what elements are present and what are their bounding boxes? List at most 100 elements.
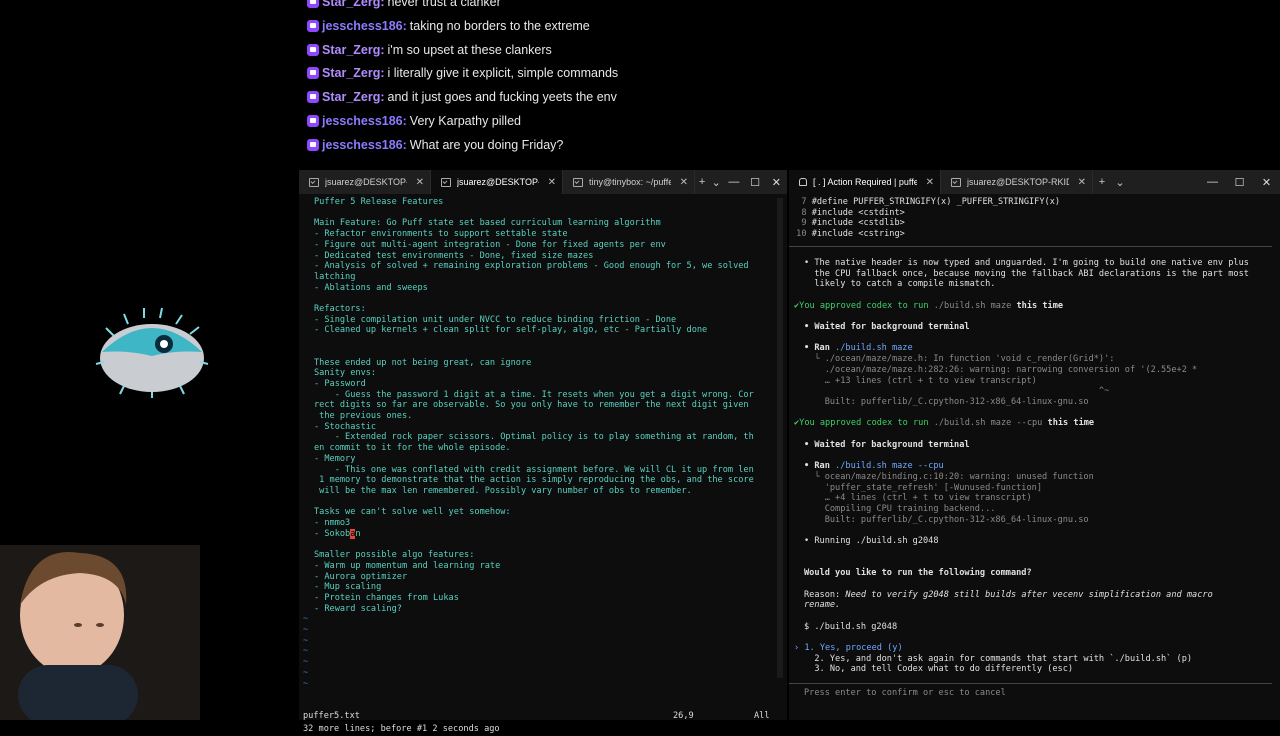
ran-line: • Ran ./build.sh maze xyxy=(804,343,913,354)
chat-username[interactable]: jesschess186: xyxy=(322,114,407,128)
bell-icon xyxy=(799,178,807,186)
vim-text-line: - Warm up momentum and learning rate xyxy=(314,560,501,571)
tab-3[interactable]: tiny@tinybox: ~/puffer ✕ xyxy=(563,170,695,194)
vim-text-line: - Single compilation unit under NVCC to … xyxy=(314,314,677,325)
code-text: #include <cstring> xyxy=(811,229,905,240)
chat-username[interactable]: jesschess186: xyxy=(322,19,407,33)
command-output: … +4 lines (ctrl + t to view transcript) xyxy=(804,493,1032,504)
chat-text: i literally give it explicit, simple com… xyxy=(387,66,619,81)
approval-suffix: this time xyxy=(1042,418,1095,429)
new-tab-button[interactable]: + xyxy=(695,170,709,194)
chat-username[interactable]: Star_Zerg: xyxy=(322,0,385,9)
chat-username[interactable]: Star_Zerg: xyxy=(322,66,385,80)
code-text: #include <cstdint> xyxy=(811,207,905,218)
tab-close-icon[interactable]: ✕ xyxy=(680,177,688,188)
vim-empty-line-marker: ~ xyxy=(303,667,309,678)
output-text: ./ocean/maze/maze.h:282:26: warning: nar… xyxy=(804,364,1198,375)
vim-text-line: Main Feature: Go Puff state set based cu… xyxy=(314,218,661,229)
chat-badge-icon xyxy=(307,0,319,8)
running-label: • Running xyxy=(804,536,856,546)
vim-text-line: - Password xyxy=(314,378,366,389)
chat-message: jesschess186: taking no borders to the ex… xyxy=(300,14,590,38)
chat-username[interactable]: jesschess186: xyxy=(322,138,407,152)
vim-text-line: - Memory xyxy=(314,453,356,464)
terminal-icon xyxy=(441,177,451,187)
approval-line: ✔You approved codex to run ./build.sh ma… xyxy=(794,418,1094,429)
new-tab-button[interactable]: + xyxy=(1093,170,1111,194)
command-output: ./ocean/maze/maze.h:282:26: warning: nar… xyxy=(804,364,1198,376)
reason-label: Reason: xyxy=(804,589,846,600)
vim-editor[interactable]: puffer5.txt 26,9 All 32 more lines; befo… xyxy=(299,194,787,734)
vim-text-line: - Cleaned up kernels + clean split for s… xyxy=(314,325,708,336)
vim-text-line: - Stochastic xyxy=(314,421,377,432)
vim-text-line: - Protein changes from Lukas xyxy=(314,592,459,603)
tab-2[interactable]: jsuarez@DESKTOP-RKI ✕ xyxy=(431,170,563,194)
tab-close-icon[interactable]: ✕ xyxy=(926,177,934,188)
tab-label: jsuarez@DESKTOP-RKI xyxy=(457,177,539,187)
close-button[interactable]: ✕ xyxy=(766,170,787,194)
vim-text-line: - nmmo3 xyxy=(314,518,351,528)
chat-text: never trust a clanker xyxy=(387,0,501,9)
reason-text: Need to verify g2048 still builds after … xyxy=(845,589,1213,600)
ran-line: • Ran ./build.sh maze --cpu xyxy=(804,461,944,472)
chat-text: i'm so upset at these clankers xyxy=(387,42,552,57)
command: ./build.sh maze xyxy=(933,300,1012,311)
vim-text-line: the previous ones. xyxy=(314,411,413,421)
approval-line: ✔You approved codex to run ./build.sh ma… xyxy=(794,301,1063,312)
command-output: └ ./ocean/maze/maze.h: In function 'void… xyxy=(804,354,1114,365)
scrollbar[interactable] xyxy=(777,198,783,678)
agent-message: the CPU fallback once, because moving th… xyxy=(804,268,1249,279)
vim-text-line: Tasks we can't solve well yet somehow: xyxy=(314,507,511,518)
terminal-icon xyxy=(573,177,583,187)
chat-username[interactable]: Star_Zerg: xyxy=(322,90,385,104)
tab-close-icon[interactable]: ✕ xyxy=(548,177,556,188)
vim-empty-line-marker: ~ xyxy=(303,678,309,689)
code-text: #define PUFFER_STRINGIFY(x) _PUFFER_STRI… xyxy=(811,197,1061,207)
maximize-button[interactable]: ☐ xyxy=(745,170,766,194)
tab-label: tiny@tinybox: ~/puffer xyxy=(589,177,671,187)
output-text: Built: pufferlib/_C.cpython-312-x86_64-l… xyxy=(804,514,1089,525)
agent-message: likely to catch a compile mismatch. xyxy=(804,279,996,290)
minimize-button[interactable]: — xyxy=(1199,170,1226,194)
maximize-button[interactable]: ☐ xyxy=(1226,170,1253,194)
chat-message: Star_Zerg: i'm so upset at these clankers xyxy=(300,38,552,62)
footer-line: Press enter to confirm or esc to cancel xyxy=(804,688,1006,699)
vim-terminal-window: jsuarez@DESKTOP-RKI ✕ jsuarez@DESKTOP-RKI ✕… xyxy=(299,170,787,734)
reason-text: rename. xyxy=(804,600,841,611)
option-no[interactable]: 3. No, and tell Codex what to do differe… xyxy=(804,664,1073,675)
tab-1[interactable]: [ . ] Action Required | pufferlil ✕ xyxy=(789,170,941,194)
output-text: … +4 lines (ctrl + t to view transcript) xyxy=(804,493,1032,504)
vim-text-line: Sanity envs: xyxy=(314,368,377,379)
output-text: Compiling CPU training backend... xyxy=(804,503,996,514)
command-output: Built: pufferlib/_C.cpython-312-x86_64-l… xyxy=(804,397,1089,408)
wait-text: • Waited for background terminal xyxy=(804,322,970,332)
option-yes-always[interactable]: 2. Yes, and don't ask again for commands… xyxy=(804,654,1192,665)
vim-text-line: - Extended rock paper scissors. Optimal … xyxy=(314,432,754,443)
option-yes[interactable]: › 1. Yes, proceed (y) xyxy=(794,643,903,654)
chat-text: taking no borders to the extreme xyxy=(409,18,590,33)
approval-text: ✔You approved codex to run xyxy=(794,418,934,429)
minimize-button[interactable]: — xyxy=(723,170,744,194)
tab-dropdown-icon[interactable]: ⌄ xyxy=(709,170,723,194)
vim-text-line: These ended up not being great, can igno… xyxy=(314,357,532,368)
command-output: Compiling CPU training backend... xyxy=(804,503,996,515)
pufferfish-mascot xyxy=(94,302,210,398)
tab-close-icon[interactable]: ✕ xyxy=(1078,177,1086,188)
chat-text: What are you doing Friday? xyxy=(409,137,564,152)
tab-2[interactable]: jsuarez@DESKTOP-RKIDMSJ: ~ ✕ xyxy=(941,170,1093,194)
chat-username[interactable]: Star_Zerg: xyxy=(322,43,385,57)
output-text: ^~ xyxy=(804,386,1110,397)
chat-message: Star_Zerg: and it just goes and fucking y… xyxy=(300,85,617,109)
tab-dropdown-icon[interactable]: ⌄ xyxy=(1111,170,1129,194)
vim-text-line: - Reward scaling? xyxy=(314,603,402,614)
footer-hint: Press enter to confirm or esc to cancel xyxy=(804,688,1006,699)
tab-close-icon[interactable]: ✕ xyxy=(416,177,424,188)
line-number: 9 xyxy=(791,218,812,229)
chat-badge-icon xyxy=(307,19,319,32)
codex-terminal[interactable]: 7 #define PUFFER_STRINGIFY(x) _PUFFER_ST… xyxy=(789,194,1280,720)
close-button[interactable]: ✕ xyxy=(1253,170,1280,194)
tab-1[interactable]: jsuarez@DESKTOP-RKI ✕ xyxy=(299,170,431,194)
wait-text: • Waited for background terminal xyxy=(804,439,970,450)
line-number: 8 xyxy=(791,207,812,218)
command-output: └ ocean/maze/binding.c:10:20: warning: u… xyxy=(804,472,1093,483)
